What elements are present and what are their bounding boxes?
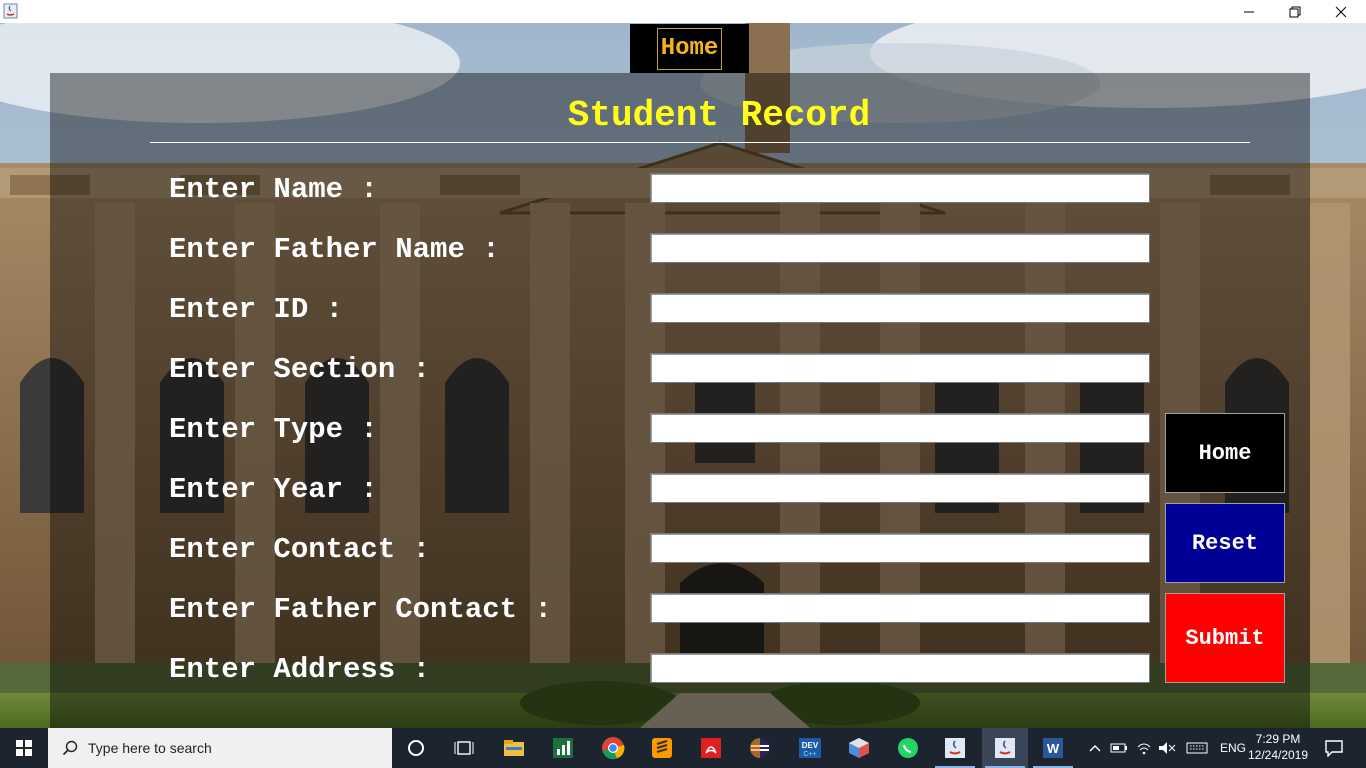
- whatsapp-icon[interactable]: [894, 734, 922, 762]
- search-placeholder: Type here to search: [88, 740, 212, 756]
- search-icon: [62, 740, 78, 756]
- window-titlebar: [0, 0, 1366, 23]
- svg-text:W: W: [1047, 741, 1060, 756]
- father-name-field[interactable]: [650, 233, 1150, 263]
- type-field[interactable]: [650, 413, 1150, 443]
- wifi-icon[interactable]: [1136, 741, 1152, 755]
- submit-button[interactable]: Submit: [1165, 593, 1285, 683]
- acrobat-icon[interactable]: [697, 734, 725, 762]
- clock-time: 7:29 PM: [1255, 732, 1301, 746]
- home-button[interactable]: Home: [1165, 413, 1285, 493]
- section-field[interactable]: [650, 353, 1150, 383]
- father-contact-field[interactable]: [650, 593, 1150, 623]
- form-panel: [50, 73, 1310, 728]
- volume-muted-icon[interactable]: [1158, 741, 1176, 755]
- cortana-icon[interactable]: [402, 734, 430, 762]
- system-tray: ENG: [1088, 728, 1246, 768]
- address-label: Enter Address :: [169, 653, 431, 686]
- taskbar: Type here to search DEV C++ W ENG 7:29 P…: [0, 728, 1366, 768]
- form-title: Student Record: [567, 95, 871, 136]
- tray-chevron-up-icon[interactable]: [1088, 743, 1102, 753]
- taskbar-java-app-2[interactable]: [982, 728, 1028, 768]
- top-home-tab[interactable]: Home: [630, 24, 749, 73]
- name-label: Enter Name :: [169, 173, 378, 206]
- title-divider: [150, 142, 1250, 143]
- windows-icon: [16, 740, 32, 756]
- input-language[interactable]: ENG: [1220, 741, 1246, 755]
- address-field[interactable]: [650, 653, 1150, 683]
- minimize-button[interactable]: [1226, 0, 1272, 23]
- clock-date: 12/24/2019: [1247, 748, 1309, 762]
- file-explorer-icon[interactable]: [500, 734, 528, 762]
- svg-text:DEV: DEV: [802, 741, 819, 750]
- notifications-icon[interactable]: [1320, 734, 1348, 762]
- type-label: Enter Type :: [169, 413, 378, 446]
- taskbar-java-app-1[interactable]: [932, 728, 978, 768]
- id-field[interactable]: [650, 293, 1150, 323]
- close-button[interactable]: [1318, 0, 1364, 23]
- java-icon: [941, 734, 969, 762]
- section-label: Enter Section :: [169, 353, 431, 386]
- father-name-label: Enter Father Name :: [169, 233, 500, 266]
- java-app-icon: [3, 3, 18, 19]
- start-button[interactable]: [0, 728, 48, 768]
- taskbar-word-app[interactable]: W: [1030, 728, 1076, 768]
- reset-button[interactable]: Reset: [1165, 503, 1285, 583]
- java-icon: [991, 734, 1019, 762]
- contact-label: Enter Contact :: [169, 533, 431, 566]
- taskbar-search-box[interactable]: Type here to search: [48, 728, 392, 768]
- contact-field[interactable]: [650, 533, 1150, 563]
- task-view-icon[interactable]: [450, 734, 478, 762]
- father-contact-label: Enter Father Contact :: [169, 593, 552, 626]
- name-field[interactable]: [650, 173, 1150, 203]
- svg-text:C++: C++: [803, 751, 816, 758]
- battery-icon[interactable]: [1110, 743, 1128, 753]
- year-field[interactable]: [650, 473, 1150, 503]
- chrome-icon[interactable]: [599, 734, 627, 762]
- word-icon: W: [1039, 734, 1067, 762]
- devcpp-icon[interactable]: DEV C++: [796, 734, 824, 762]
- excel-chart-icon[interactable]: [549, 734, 577, 762]
- id-label: Enter ID :: [169, 293, 344, 326]
- cube-app-icon[interactable]: [845, 734, 873, 762]
- keyboard-icon[interactable]: [1186, 742, 1208, 754]
- taskbar-clock[interactable]: 7:29 PM 12/24/2019: [1246, 731, 1310, 763]
- maximize-button[interactable]: [1272, 0, 1318, 23]
- top-home-tab-label: Home: [656, 27, 723, 70]
- eclipse-icon[interactable]: [746, 734, 774, 762]
- year-label: Enter Year :: [169, 473, 378, 506]
- sublime-icon[interactable]: [648, 734, 676, 762]
